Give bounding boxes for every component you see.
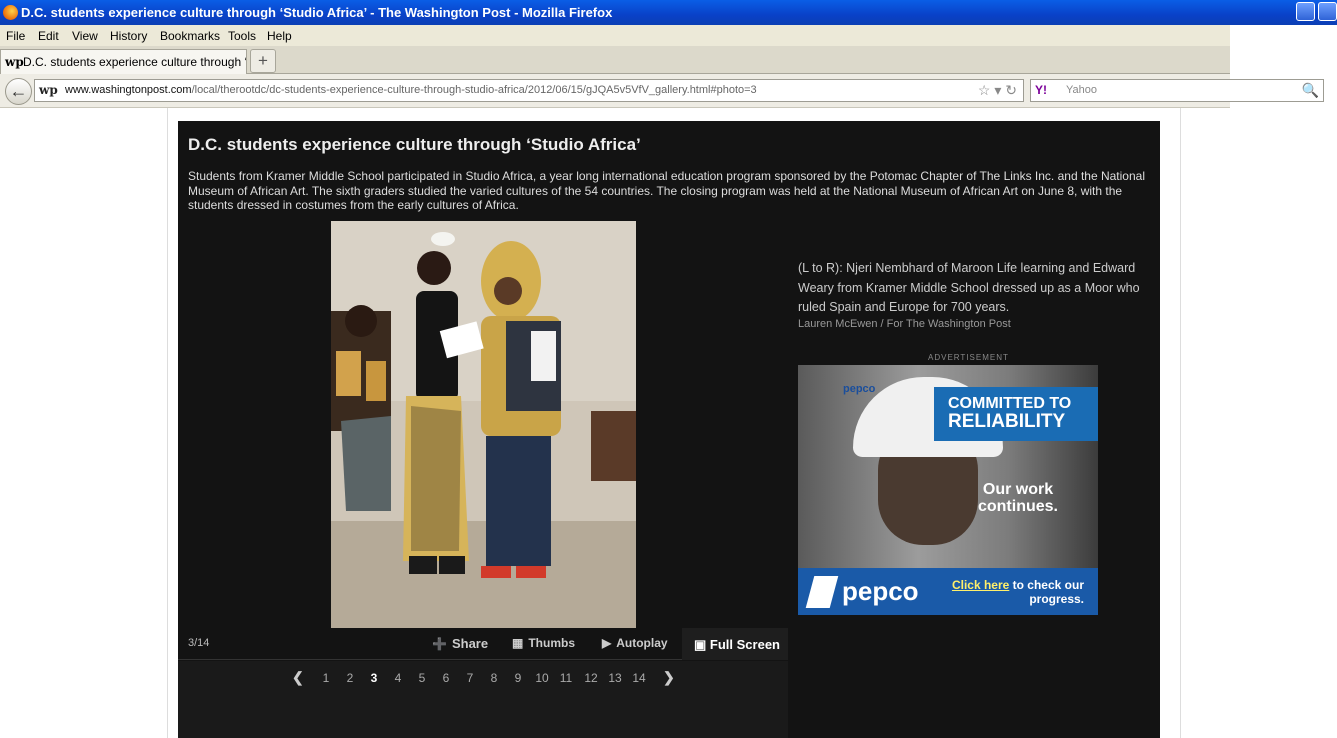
page-link[interactable]: 2 (340, 671, 360, 685)
fullscreen-icon: ▣ (694, 637, 710, 652)
gallery-photo[interactable] (331, 221, 636, 628)
minimize-button[interactable] (1296, 2, 1315, 21)
photo-counter: 3/14 (188, 637, 210, 649)
ad-footer: pepco Click here to check our progress. (798, 568, 1098, 615)
tab-bar: wp D.C. students experience culture thro… (0, 46, 1230, 74)
menu-bar: File Edit View History Bookmarks Tools H… (0, 25, 1230, 46)
share-button[interactable]: ➕ Share (432, 628, 488, 659)
new-tab-button[interactable]: + (250, 49, 276, 73)
menu-file[interactable]: File (6, 29, 25, 43)
menu-edit[interactable]: Edit (38, 29, 59, 43)
autoplay-label: Autoplay (616, 636, 668, 650)
gallery-description: Students from Kramer Middle School parti… (188, 169, 1145, 212)
grid-icon: ▦ (512, 636, 524, 650)
ad-cta-link[interactable]: Click here (952, 578, 1009, 592)
window-title: D.C. students experience culture through… (21, 5, 613, 20)
page-link[interactable]: 11 (556, 671, 576, 685)
previous-arrow-icon[interactable]: ❮ (292, 669, 304, 686)
ad-brand: pepco (842, 576, 919, 606)
gallery-pager: ❮ 1 2 3 4 5 6 7 8 9 10 11 12 13 14 ❯ (178, 661, 788, 738)
page-link[interactable]: 1 (316, 671, 336, 685)
tab-label: D.C. students experience culture through… (23, 55, 247, 69)
reload-icon[interactable]: ↻ (1005, 82, 1017, 98)
page-link[interactable]: 12 (581, 671, 601, 685)
menu-help[interactable]: Help (267, 29, 292, 43)
search-input[interactable]: Yahoo (1066, 80, 1097, 101)
ad-cta[interactable]: Click here to check our progress. (948, 578, 1084, 606)
navigation-toolbar: ← wp www.washingtonpost.com/local/theroo… (0, 74, 1324, 108)
plus-icon: ➕ (432, 637, 447, 651)
page-link[interactable]: 13 (605, 671, 625, 685)
advertisement-label: ADVERTISEMENT (928, 353, 1009, 362)
page-link-current[interactable]: 3 (364, 671, 384, 685)
page-blank-area (1230, 664, 1337, 738)
thumbs-label: Thumbs (528, 636, 576, 650)
page-link[interactable]: 5 (412, 671, 432, 685)
back-button[interactable]: ← (5, 78, 32, 105)
thumbs-button[interactable]: ▦ Thumbs (512, 628, 575, 659)
share-label: Share (451, 636, 489, 651)
next-arrow-icon[interactable]: ❯ (663, 669, 675, 686)
browser-tab[interactable]: wp D.C. students experience culture thro… (0, 49, 247, 74)
url-bar[interactable]: wp www.washingtonpost.com/local/therootd… (34, 79, 1024, 102)
menu-bookmarks[interactable]: Bookmarks (160, 29, 220, 43)
wp-favicon-icon: wp (5, 55, 24, 69)
ad-small-logo: pepco (843, 383, 876, 395)
gallery-controls: 3/14 ➕ Share ▦ Thumbs ▶ Autoplay ▣ Full Scr… (178, 628, 788, 660)
pepco-advertisement[interactable]: pepco COMMITTED TO RELIABILITY Our work … (798, 365, 1098, 615)
menu-view[interactable]: View (72, 29, 98, 43)
photo-gallery: D.C. students experience culture through… (178, 121, 1160, 738)
pepco-logo-icon (805, 576, 839, 608)
ad-tagline: Our work continues. (968, 481, 1068, 515)
page-border-right (1180, 108, 1181, 738)
play-icon: ▶ (602, 636, 612, 650)
restore-button[interactable] (1318, 2, 1337, 21)
ad-tagline-line2: continues. (977, 498, 1058, 515)
history-dropdown-icon[interactable]: ▾ (994, 82, 1001, 98)
page-link[interactable]: 8 (484, 671, 504, 685)
page-link[interactable]: 6 (436, 671, 456, 685)
url-domain: www.washingtonpost.com (65, 84, 192, 96)
gallery-title: D.C. students experience culture through… (188, 135, 641, 154)
menu-tools[interactable]: Tools (228, 29, 256, 43)
firefox-icon (3, 5, 18, 20)
ad-headline-line2: RELIABILITY (948, 411, 1066, 432)
page-link[interactable]: 10 (532, 671, 552, 685)
bookmark-star-icon[interactable]: ☆ (978, 82, 991, 98)
autoplay-button[interactable]: ▶ Autoplay (602, 628, 668, 659)
photo-credit: Lauren McEwen / For The Washington Post (798, 318, 1011, 330)
page-link[interactable]: 9 (508, 671, 528, 685)
menu-history[interactable]: History (110, 29, 147, 43)
yahoo-search-engine-icon[interactable]: Y! (1035, 80, 1047, 101)
window-titlebar: D.C. students experience culture through… (0, 0, 1337, 25)
page-link[interactable]: 7 (460, 671, 480, 685)
photo-illustration (331, 221, 636, 628)
page-link[interactable]: 14 (629, 671, 649, 685)
ad-tagline-line1: Our work (982, 481, 1054, 498)
photo-caption: (L to R): Njeri Nembhard of Maroon Life … (798, 261, 1140, 314)
fullscreen-button[interactable]: ▣ Full Screen (682, 628, 788, 660)
url-bar-icons: ☆ ▾ ↻ (978, 80, 1017, 101)
url-path: /local/therootdc/dc-students-experience-… (191, 84, 757, 96)
search-bar[interactable]: Y! Yahoo 🔍 (1030, 79, 1324, 102)
ad-headline: COMMITTED TO RELIABILITY (934, 387, 1098, 441)
page-border-left (167, 108, 168, 738)
ad-cta-text: to check our progress. (1009, 578, 1084, 606)
site-identity-icon[interactable]: wp (39, 80, 58, 101)
search-icon[interactable]: 🔍 (1302, 80, 1319, 101)
fullscreen-label: Full Screen (709, 637, 780, 652)
page-link[interactable]: 4 (388, 671, 408, 685)
